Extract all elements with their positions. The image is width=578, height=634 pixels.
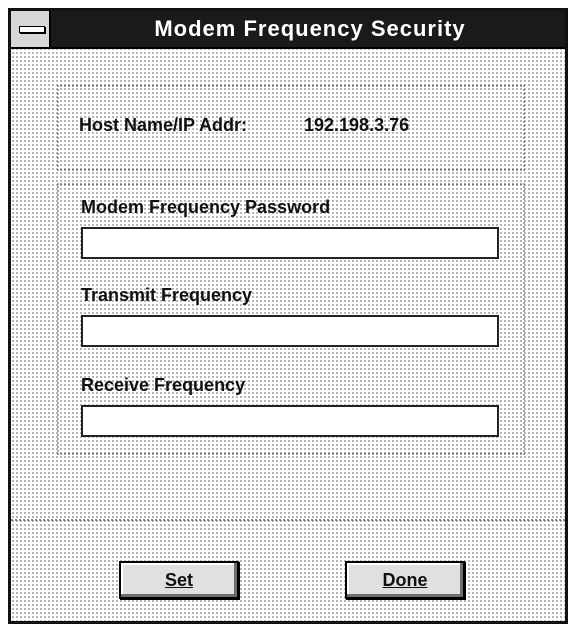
dialog-body: Host Name/IP Addr: 192.198.3.76 Modem Fr… xyxy=(11,49,565,621)
transmit-frequency-label: Transmit Frequency xyxy=(81,285,253,305)
host-info-panel: Host Name/IP Addr: 192.198.3.76 xyxy=(57,85,525,171)
password-field[interactable] xyxy=(81,227,499,259)
done-button[interactable]: Done xyxy=(345,561,465,599)
host-label: Host Name/IP Addr: xyxy=(79,115,248,135)
done-button-label: Done xyxy=(382,569,428,590)
transmit-frequency-field[interactable] xyxy=(81,315,499,347)
host-value: 192.198.3.76 xyxy=(304,115,410,135)
modem-frequency-security-dialog: Modem Frequency Security Host Name/IP Ad… xyxy=(8,8,568,624)
button-separator xyxy=(11,519,565,521)
receive-frequency-label: Receive Frequency xyxy=(81,375,246,395)
window-title: Modem Frequency Security xyxy=(154,16,466,41)
frequency-fields-panel: Modem Frequency Password Transmit Freque… xyxy=(57,183,525,455)
title-bar[interactable]: Modem Frequency Security xyxy=(11,11,565,49)
password-label: Modem Frequency Password xyxy=(81,197,331,217)
set-button[interactable]: Set xyxy=(119,561,239,599)
receive-frequency-field[interactable] xyxy=(81,405,499,437)
system-menu-bar-glyph xyxy=(19,26,45,33)
set-button-label: Set xyxy=(164,569,193,590)
host-row: Host Name/IP Addr: 192.198.3.76 xyxy=(79,115,409,136)
system-menu-icon[interactable] xyxy=(11,11,51,47)
